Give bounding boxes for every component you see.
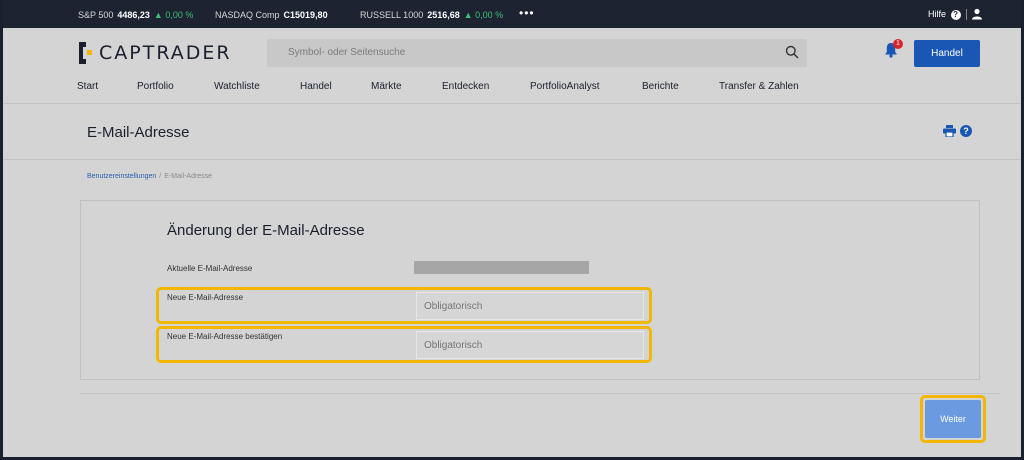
main-nav: Start Portfolio Watchliste Handel Märkte… — [3, 80, 1021, 98]
notifications-bell[interactable]: 1 — [884, 39, 903, 63]
breadcrumb-current: E-Mail-Adresse — [164, 173, 213, 180]
nav-item-portfolio[interactable]: Portfolio — [137, 81, 174, 92]
user-icon[interactable] — [971, 8, 983, 22]
next-button[interactable]: Weiter — [925, 400, 981, 438]
nav-item-markets[interactable]: Märkte — [371, 81, 402, 92]
ticker-value: 4486,23 — [117, 10, 150, 20]
ticker-name: NASDAQ Comp — [215, 10, 280, 20]
captrader-logo[interactable]: CAPTRADER — [77, 42, 232, 64]
ticker-name: RUSSELL 1000 — [360, 10, 424, 20]
trade-button[interactable]: Handel — [914, 40, 980, 67]
email-change-card: Änderung der E-Mail-Adresse Aktuelle E-M… — [80, 200, 980, 380]
divider — [80, 393, 1000, 394]
svg-text:?: ? — [963, 126, 969, 136]
ticker-name: S&P 500 — [78, 10, 114, 20]
form-title: Änderung der E-Mail-Adresse — [167, 222, 365, 239]
ticker-value: C15019,80 — [283, 10, 328, 20]
logo-mark-icon — [79, 42, 92, 64]
help-icon[interactable]: ? — [960, 125, 972, 137]
breadcrumb-separator: / — [159, 173, 162, 180]
ticker-item-nasdaq[interactable]: NASDAQ Comp C15019,80 — [215, 10, 328, 20]
more-icon[interactable]: ••• — [519, 6, 535, 20]
page-title-bar: E-Mail-Adresse ? — [3, 105, 1021, 160]
print-icon[interactable] — [943, 125, 956, 137]
ticker-item-russell[interactable]: RUSSELL 1000 2516,68 ▲ 0,00 % — [360, 10, 503, 20]
nav-item-trade[interactable]: Handel — [300, 81, 332, 92]
breadcrumb: Benutzereinstellungen / E-Mail-Adresse — [87, 173, 212, 180]
divider — [966, 9, 967, 20]
search-placeholder: Symbol- oder Seitensuche — [288, 47, 406, 58]
market-ticker-bar: S&P 500 4486,23 ▲ 0,00 % NASDAQ Comp C15019… — [3, 0, 1021, 28]
nav-item-transfer[interactable]: Transfer & Zahlen — [719, 81, 799, 92]
help-link[interactable]: Hilfe ? — [928, 9, 961, 20]
page-title: E-Mail-Adresse — [87, 124, 190, 141]
confirm-email-label: Neue E-Mail-Adresse bestätigen — [167, 332, 283, 341]
breadcrumb-link-user-settings[interactable]: Benutzereinstellungen — [87, 173, 156, 180]
ticker-item-sp500[interactable]: S&P 500 4486,23 ▲ 0,00 % — [78, 10, 193, 20]
app-frame: S&P 500 4486,23 ▲ 0,00 % NASDAQ Comp C15019… — [3, 0, 1021, 457]
nav-item-discover[interactable]: Entdecken — [442, 81, 489, 92]
nav-item-start[interactable]: Start — [77, 81, 98, 92]
current-email-value-redacted — [414, 261, 589, 274]
question-icon: ? — [950, 10, 961, 20]
ticker-change: ▲ 0,00 % — [153, 10, 194, 20]
nav-item-portfolioanalyst[interactable]: PortfolioAnalyst — [530, 81, 599, 92]
help-label: Hilfe — [928, 9, 947, 19]
search-icon[interactable] — [785, 45, 799, 59]
notification-badge: 1 — [893, 39, 903, 49]
ticker-value: 2516,68 — [427, 10, 460, 20]
nav-item-watchlist[interactable]: Watchliste — [214, 81, 260, 92]
current-email-label: Aktuelle E-Mail-Adresse — [167, 264, 253, 273]
nav-item-reports[interactable]: Berichte — [642, 81, 679, 92]
new-email-field[interactable] — [416, 292, 644, 320]
main-header: CAPTRADER Symbol- oder Seitensuche 1 Han… — [3, 28, 1021, 104]
confirm-email-field[interactable] — [416, 331, 644, 359]
ticker-change: ▲ 0,00 % — [463, 10, 504, 20]
logo-text: CAPTRADER — [99, 42, 232, 64]
new-email-label: Neue E-Mail-Adresse — [167, 293, 244, 302]
search-input[interactable]: Symbol- oder Seitensuche — [267, 39, 807, 67]
